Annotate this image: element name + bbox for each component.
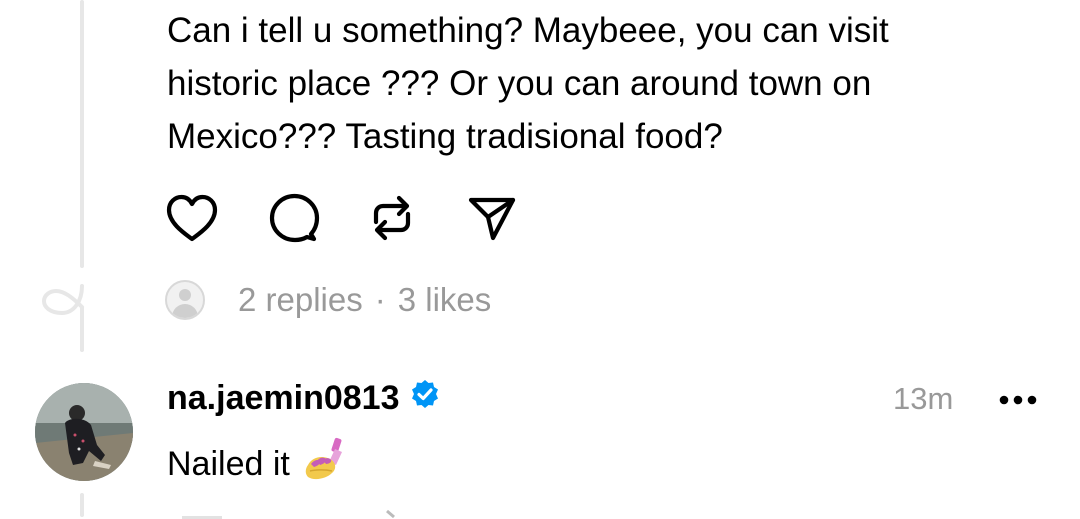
more-icon: [999, 395, 1037, 405]
repost-button[interactable]: [365, 192, 419, 244]
likes-count-link[interactable]: 3 likes: [398, 281, 492, 319]
replier-avatar: [165, 280, 205, 320]
post-text: Can i tell u something? Maybeee, you can…: [167, 11, 889, 156]
share-icon: [468, 197, 516, 241]
replies-count-link[interactable]: 2 replies: [238, 281, 363, 319]
reply-text: Nailed it: [167, 445, 290, 483]
timestamp: 13m: [893, 381, 954, 416]
thread-loop-icon: [41, 284, 84, 316]
verified-badge-icon: [409, 378, 441, 419]
heart-icon: [166, 194, 218, 242]
thread-line-top: [80, 0, 84, 268]
nail-polish-emoji-icon: [302, 437, 348, 492]
share-button[interactable]: [465, 192, 519, 244]
comment-button[interactable]: [267, 192, 321, 244]
post-meta: 2 replies · 3 likes: [165, 278, 491, 322]
comment-icon: [269, 193, 320, 243]
username[interactable]: na.jaemin0813: [167, 379, 399, 418]
more-options-button[interactable]: [996, 380, 1040, 420]
meta-separator: ·: [374, 281, 386, 318]
repost-icon: [373, 195, 411, 241]
avatar[interactable]: [35, 383, 133, 481]
like-button[interactable]: [165, 192, 219, 244]
thread-line-bottom: [80, 493, 84, 517]
